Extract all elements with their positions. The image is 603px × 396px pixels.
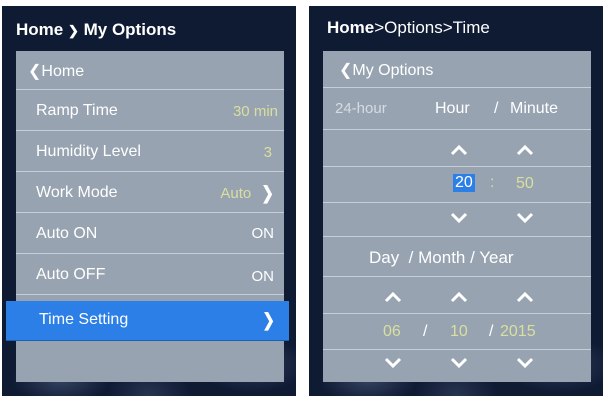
work-mode-value: Auto [220,185,252,202]
date-decrement-row [323,350,591,382]
year-down-icon[interactable] [515,356,535,368]
day-down-icon[interactable] [383,356,403,368]
hour-minute-header: 24-hour Hour / Minute [323,88,591,130]
breadcrumb: Home ❯ My Options [16,20,176,40]
time-decrement-row [323,203,591,237]
hour-format-label[interactable]: 24-hour [335,100,387,117]
auto-off-value: ON [251,268,275,285]
list-item-work-mode[interactable]: Work Mode Auto ❯ [16,172,284,213]
breadcrumb-chevron-icon: ❯ [67,23,79,38]
minute-up-icon[interactable] [515,144,535,156]
breadcrumb-current: My Options [83,20,177,39]
list-item-auto-on[interactable]: Auto ON ON [16,213,284,254]
day-up-icon[interactable] [383,291,403,303]
back-my-options-label: ❮My Options [339,62,434,79]
breadcrumb-path: >Options>Time [374,18,490,37]
time-separator: : [490,174,495,191]
time-settings-panel: ❮My Options 24-hour Hour / Minute 20 : 5… [323,51,591,382]
year-up-icon[interactable] [515,291,535,303]
ramp-time-value: 30 min [232,103,278,120]
date-value-row: 06 / 10 / 2015 [323,314,591,350]
hour-minute-separator: / [494,100,499,117]
chevron-right-icon: ❯ [262,310,275,331]
auto-on-label: Auto ON [36,225,98,242]
list-item-ramp-time[interactable]: Ramp Time 30 min [16,90,284,131]
hour-label: Hour [435,100,470,117]
list-item-empty [16,341,284,382]
time-settings-screen: Home>Options>Time ❮My Options 24-hour Ho… [309,6,603,396]
ramp-time-label: Ramp Time [36,102,118,119]
date-separator-1: / [423,323,428,340]
hour-value[interactable]: 20 [453,174,475,192]
hour-up-icon[interactable] [449,144,469,156]
breadcrumb-home[interactable]: Home [327,18,374,37]
date-increment-row [323,277,591,314]
month-up-icon[interactable] [449,291,469,303]
list-item-auto-off[interactable]: Auto OFF ON [16,254,284,295]
list-item-humidity-level[interactable]: Humidity Level 3 [16,131,284,172]
work-mode-label: Work Mode [36,184,118,201]
day-value[interactable]: 06 [383,323,401,341]
options-list: ❮Home Ramp Time 30 min Humidity Level 3 … [6,51,289,382]
month-down-icon[interactable] [449,356,469,368]
breadcrumb-home[interactable]: Home [16,20,63,39]
hour-down-icon[interactable] [449,211,469,223]
time-increment-row [323,130,591,167]
minute-label: Minute [510,100,559,117]
minute-value[interactable]: 50 [516,175,534,193]
month-value[interactable]: 10 [450,323,468,341]
back-home-button[interactable]: ❮Home [16,51,284,90]
breadcrumb: Home>Options>Time [327,18,490,38]
chevron-right-icon: ❯ [261,183,274,204]
date-header: Day / Month / Year [323,237,591,277]
date-separator-2: / [489,323,494,340]
humidity-level-value: 3 [263,144,272,161]
minute-down-icon[interactable] [515,211,535,223]
time-value-row: 20 : 50 [323,167,591,203]
list-item-time-setting[interactable]: Time Setting ❯ [6,301,289,341]
time-setting-label: Time Setting [39,311,129,328]
my-options-screen: Home ❯ My Options ❮Home Ramp Time 30 min… [2,6,296,396]
auto-on-value: ON [251,225,275,242]
back-home-label: ❮Home [28,63,85,80]
back-my-options-button[interactable]: ❮My Options [323,51,591,88]
day-month-year-label: Day / Month / Year [369,248,514,267]
humidity-level-label: Humidity Level [36,143,141,160]
year-value[interactable]: 2015 [500,323,536,341]
auto-off-label: Auto OFF [36,266,106,283]
